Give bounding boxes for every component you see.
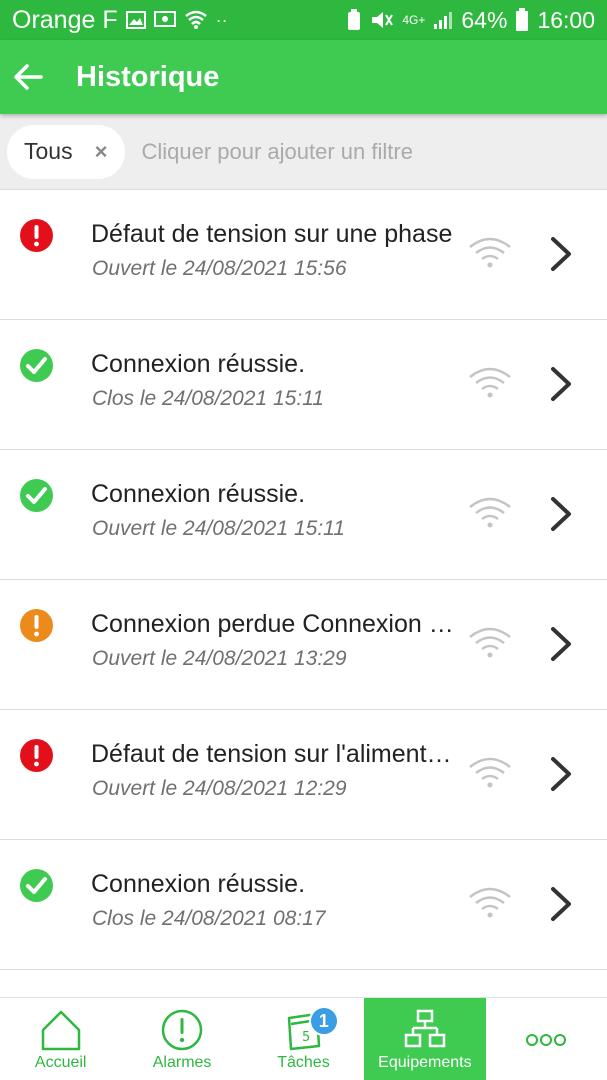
nav-alarmes[interactable]: Alarmes [121,998,242,1080]
wifi-icon [469,367,511,398]
list-item-partial [0,970,607,1000]
page-title: Historique [76,60,220,93]
warning-icon [20,609,53,642]
wifi-status-icon [184,10,208,30]
check-icon [20,349,53,382]
error-icon [20,219,53,252]
nav-label: Equipements [378,1054,472,1071]
event-title: Connexion perdue Connexion perdue [91,610,463,638]
bottom-nav: Accueil Alarmes 5 1 Tâches Equipements [0,997,607,1080]
battery-icon [515,8,529,32]
nav-label: Alarmes [152,1054,212,1071]
event-title: Connexion réussie. [91,480,306,508]
chevron-right-icon [551,627,571,661]
chevron-right-icon [551,237,571,271]
network-icon [404,1009,446,1048]
home-icon [41,1010,80,1051]
svg-text:5: 5 [302,1030,310,1045]
more-notifications-icon: ·· [215,9,228,30]
event-date: Clos le 24/08/2021 15:11 [92,387,324,410]
nav-label: Accueil [34,1054,87,1071]
event-date: Ouvert le 24/08/2021 15:11 [92,517,345,540]
wifi-icon [469,887,511,918]
battery-percent: 64% [461,6,508,33]
event-title: Défaut de tension sur une phase [91,220,453,248]
nav-accueil[interactable]: Accueil [0,998,121,1080]
event-title: Connexion réussie. [91,870,306,898]
filter-bar: Tous × Cliquer pour ajouter un filtre [0,114,607,190]
list-item[interactable]: Connexion perdue Connexion perdue Ouvert… [0,580,607,710]
list-item[interactable]: Connexion réussie. Clos le 24/08/2021 15… [0,320,607,450]
more-icon [526,1034,567,1046]
list-item[interactable]: Connexion réussie. Clos le 24/08/2021 08… [0,840,607,970]
wifi-icon [469,497,511,528]
check-icon [20,479,53,512]
list-item[interactable]: Connexion réussie. Ouvert le 24/08/2021 … [0,450,607,580]
add-filter-input[interactable]: Cliquer pour ajouter un filtre [141,139,412,165]
nav-more[interactable] [486,998,607,1080]
mute-icon [370,9,394,31]
event-title: Connexion réussie. [91,350,306,378]
list-item[interactable]: Défaut de tension sur une phase Ouvert l… [0,190,607,320]
signal-icon [433,10,453,30]
wifi-icon [469,757,511,788]
image-icon [125,11,146,29]
nav-equipements[interactable]: Equipements [364,998,486,1080]
error-icon [20,739,53,772]
battery-saver-icon [346,9,362,31]
clock: 16:00 [537,6,595,33]
filter-chip-all[interactable]: Tous × [7,124,126,179]
screen-icon [153,11,176,29]
list-item[interactable]: Défaut de tension sur l'alimentation Ouv… [0,710,607,840]
chevron-right-icon [551,367,571,401]
arrow-left-icon [14,64,43,90]
network-type: 4G+ [402,13,426,27]
close-icon[interactable]: × [95,139,108,165]
event-title: Défaut de tension sur l'alimentation [91,740,463,768]
chevron-right-icon [551,757,571,791]
app-bar: Historique [0,40,607,114]
filter-chip-label: Tous [24,138,73,164]
event-date: Clos le 24/08/2021 08:17 [92,907,326,930]
event-date: Ouvert le 24/08/2021 15:56 [92,257,347,280]
wifi-icon [469,237,511,268]
wifi-icon [469,627,511,658]
nav-taches[interactable]: 5 1 Tâches [243,998,364,1080]
chevron-right-icon [551,497,571,531]
check-icon [20,869,53,902]
back-button[interactable] [0,40,56,114]
nav-label: Tâches [277,1054,330,1071]
carrier-label: Orange F [12,5,118,34]
event-list: Défaut de tension sur une phase Ouvert l… [0,190,607,1000]
event-date: Ouvert le 24/08/2021 12:29 [92,777,347,800]
event-date: Ouvert le 24/08/2021 13:29 [92,647,347,670]
task-count-badge: 1 [308,1006,339,1036]
status-bar: Orange F ·· 4G+ 64% 16:00 [0,0,607,40]
alert-icon [161,1009,203,1051]
chevron-right-icon [551,887,571,921]
